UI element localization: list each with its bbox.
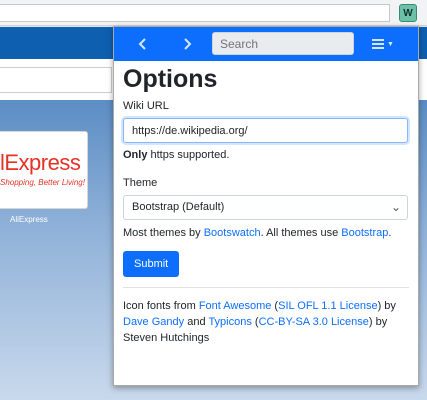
cc-by-sa-license-link[interactable]: CC-BY-SA 3.0 License <box>259 316 369 328</box>
credits-text: Icon fonts from Font Awesome ( SIL OFL 1.… <box>123 298 409 346</box>
search-input[interactable] <box>212 32 354 55</box>
help-emphasis: Only <box>123 149 148 161</box>
theme-selected-value: Bootstrap (Default) <box>132 201 225 213</box>
forward-button[interactable] <box>176 33 198 55</box>
help-text: https supported. <box>147 149 230 161</box>
extension-icon[interactable]: W <box>399 4 417 22</box>
hamburger-menu-icon <box>372 39 384 49</box>
options-form: Options Wiki URL Only https supported. T… <box>123 61 409 346</box>
divider <box>123 287 409 288</box>
extension-icon-label: W <box>403 7 413 19</box>
background-search-box[interactable] <box>0 67 112 93</box>
theme-note-text: . <box>388 227 392 239</box>
tile-logo: lExpress <box>0 150 81 175</box>
browser-toolbar: W <box>0 0 427 26</box>
options-popup: ▼ Options Wiki URL Only https supported.… <box>113 26 419 386</box>
back-button[interactable] <box>132 33 154 55</box>
sil-ofl-license-link[interactable]: SIL OFL 1.1 License <box>278 300 377 312</box>
bootstrap-link[interactable]: Bootstrap <box>341 227 388 239</box>
bootswatch-link[interactable]: Bootswatch <box>204 227 261 239</box>
credits-fragment: ) by <box>377 300 396 312</box>
page-title: Options <box>123 65 218 93</box>
submit-button[interactable]: Submit <box>123 251 180 277</box>
tile-tagline: Shopping, Better Living! <box>0 178 85 187</box>
wiki-url-label: Wiki URL <box>123 100 169 112</box>
wiki-url-help: Only https supported. <box>123 149 409 161</box>
theme-select[interactable]: Bootstrap (Default) ⌄ <box>123 195 408 220</box>
font-awesome-link[interactable]: Font Awesome <box>199 300 272 312</box>
theme-label: Theme <box>123 177 158 189</box>
address-bar[interactable] <box>0 4 390 22</box>
theme-note-text: . All themes use <box>260 227 342 239</box>
wiki-url-input[interactable] <box>123 118 408 143</box>
caret-down-icon: ▼ <box>387 40 394 48</box>
popup-navbar: ▼ <box>114 27 418 61</box>
credits-fragment: ( <box>251 316 259 328</box>
menu-button[interactable]: ▼ <box>372 34 402 54</box>
typicons-link[interactable]: Typicons <box>208 316 251 328</box>
theme-note: Most themes by Bootswatch. All themes us… <box>123 226 409 241</box>
chevron-right-icon <box>184 38 192 50</box>
credits-fragment: Icon fonts from <box>123 300 199 312</box>
dave-gandy-link[interactable]: Dave Gandy <box>123 316 184 328</box>
credits-fragment: and <box>184 316 209 328</box>
theme-note-text: Most themes by <box>123 227 204 239</box>
chevron-down-icon: ⌄ <box>390 200 401 214</box>
shortcut-tile[interactable]: lExpress Shopping, Better Living! <box>0 131 88 209</box>
chevron-left-icon <box>138 38 146 50</box>
tile-caption: AliExpress <box>10 215 48 224</box>
